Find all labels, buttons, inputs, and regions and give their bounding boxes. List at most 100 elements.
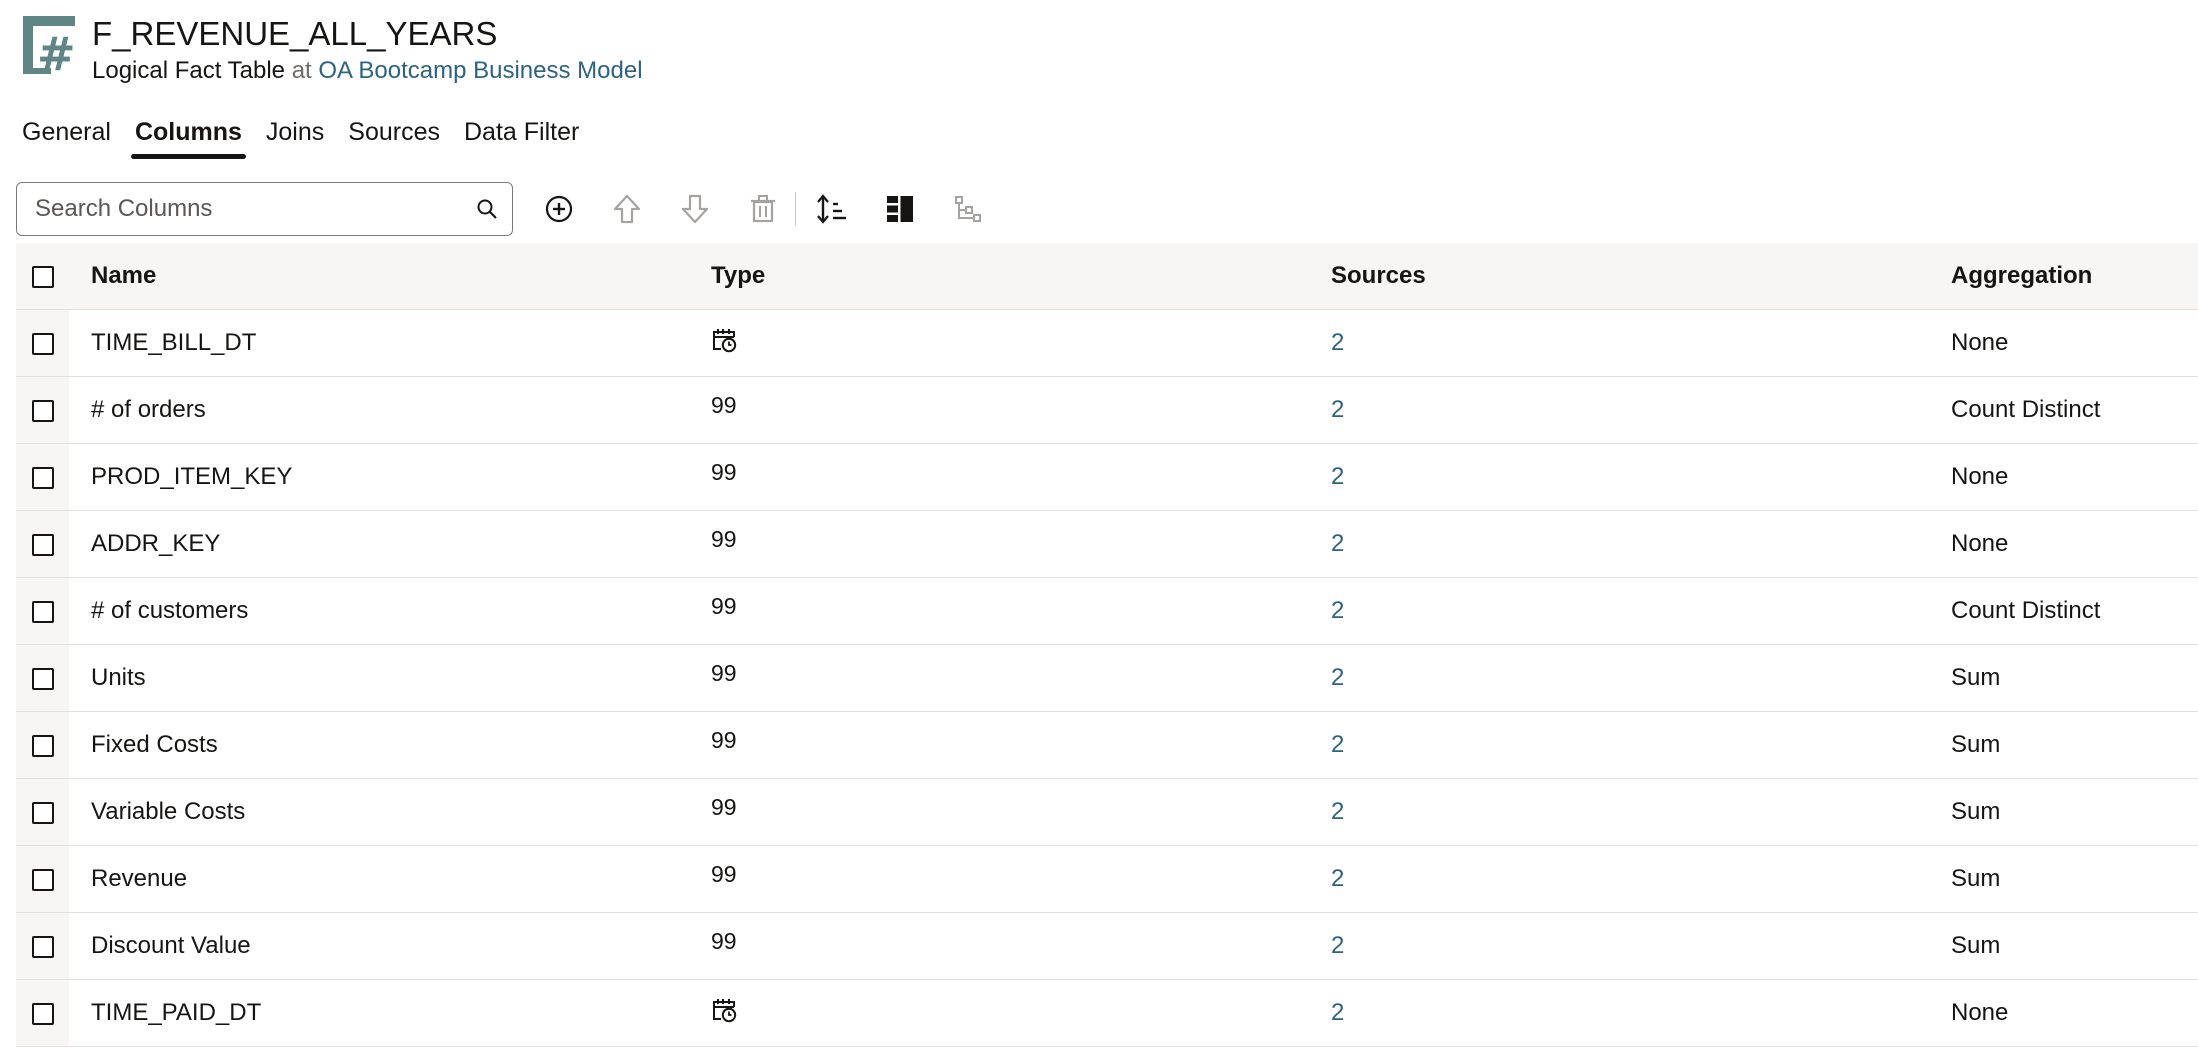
aggregation-cell: Sum: [1951, 778, 2198, 846]
row-checkbox[interactable]: [31, 466, 54, 489]
aggregation-cell: Sum: [1951, 711, 2198, 779]
row-select-cell: [16, 845, 69, 913]
add-icon: [545, 195, 573, 223]
delete-icon: [751, 195, 775, 223]
type-cell: 99: [711, 778, 1331, 846]
number-type-label: 99: [711, 392, 737, 418]
aggregation-cell: Count Distinct: [1951, 376, 2198, 444]
aggregation-cell: None: [1951, 510, 2198, 578]
name-cell: Variable Costs: [69, 778, 711, 846]
name-cell: Revenue: [69, 845, 711, 913]
business-model-link[interactable]: OA Bootcamp Business Model: [318, 57, 642, 84]
tab-sources[interactable]: Sources: [348, 118, 440, 155]
sources-link[interactable]: 2: [1331, 932, 1344, 959]
sources-cell: 2: [1331, 778, 1951, 846]
sources-link[interactable]: 2: [1331, 999, 1344, 1026]
number-type-label: 99: [711, 861, 737, 887]
tab-data-filter[interactable]: Data Filter: [464, 118, 579, 155]
row-checkbox[interactable]: [31, 734, 54, 757]
move-down-icon: [681, 194, 709, 224]
sources-cell: 2: [1331, 309, 1951, 377]
move-up-icon: [613, 194, 641, 224]
name-cell: Fixed Costs: [69, 711, 711, 779]
row-select-cell: [16, 577, 69, 645]
row-checkbox[interactable]: [31, 868, 54, 891]
hierarchy-button[interactable]: [946, 187, 990, 231]
row-checkbox[interactable]: [31, 399, 54, 422]
move-up-button[interactable]: [605, 187, 649, 231]
name-cell: PROD_ITEM_KEY: [69, 443, 711, 511]
row-select-cell: [16, 979, 69, 1047]
name-cell: Units: [69, 644, 711, 712]
table-row[interactable]: ADDR_KEY 99 2 None: [16, 510, 2198, 578]
column-layout-button[interactable]: [878, 187, 922, 231]
sources-link[interactable]: 2: [1331, 463, 1344, 490]
aggregation-cell: None: [1951, 979, 2198, 1047]
table-row[interactable]: PROD_ITEM_KEY 99 2 None: [16, 443, 2198, 511]
row-checkbox[interactable]: [31, 332, 54, 355]
sources-link[interactable]: 2: [1331, 798, 1344, 825]
aggregation-cell: Sum: [1951, 644, 2198, 712]
move-down-button[interactable]: [673, 187, 717, 231]
column-layout-icon: [887, 196, 913, 222]
row-checkbox[interactable]: [31, 533, 54, 556]
table-row[interactable]: # of orders 99 2 Count Distinct: [16, 376, 2198, 444]
type-cell: 99: [711, 845, 1331, 913]
table-row[interactable]: Fixed Costs 99 2 Sum: [16, 711, 2198, 779]
row-checkbox[interactable]: [31, 801, 54, 824]
tab-general[interactable]: General: [22, 118, 111, 155]
row-checkbox[interactable]: [31, 667, 54, 690]
sources-cell: 2: [1331, 711, 1951, 779]
hierarchy-icon: [955, 196, 981, 222]
datetime-type-icon: [713, 328, 737, 352]
number-type-label: 99: [711, 727, 737, 753]
aggregation-column-header[interactable]: Aggregation: [1951, 243, 2198, 310]
datetime-type-icon: [713, 998, 737, 1022]
type-cell: [711, 309, 1331, 377]
sources-link[interactable]: 2: [1331, 329, 1344, 356]
table-row[interactable]: TIME_PAID_DT 2 None: [16, 979, 2198, 1047]
number-type-label: 99: [711, 593, 737, 619]
table-row[interactable]: Variable Costs 99 2 Sum: [16, 778, 2198, 846]
sources-link[interactable]: 2: [1331, 530, 1344, 557]
sort-button[interactable]: [810, 187, 854, 231]
sources-link[interactable]: 2: [1331, 664, 1344, 691]
name-cell: TIME_PAID_DT: [69, 979, 711, 1047]
page-subtitle: Logical Fact Table at OA Bootcamp Busine…: [92, 54, 643, 88]
table-row[interactable]: TIME_BILL_DT 2 None: [16, 309, 2198, 377]
row-select-cell: [16, 644, 69, 712]
sources-link[interactable]: 2: [1331, 865, 1344, 892]
sources-cell: 2: [1331, 577, 1951, 645]
sources-link[interactable]: 2: [1331, 731, 1344, 758]
sources-cell: 2: [1331, 979, 1951, 1047]
aggregation-cell: Sum: [1951, 912, 2198, 980]
row-checkbox[interactable]: [31, 1002, 54, 1025]
number-type-label: 99: [711, 526, 737, 552]
table-row[interactable]: Discount Value 99 2 Sum: [16, 912, 2198, 980]
name-cell: # of customers: [69, 577, 711, 645]
type-column-header[interactable]: Type: [711, 243, 1331, 310]
number-type-label: 99: [711, 459, 737, 485]
tab-joins[interactable]: Joins: [266, 118, 324, 155]
sources-cell: 2: [1331, 443, 1951, 511]
table-header-row: Name Type Sources Aggregation: [16, 243, 2198, 310]
delete-button[interactable]: [741, 187, 785, 231]
row-checkbox[interactable]: [31, 935, 54, 958]
sources-column-header[interactable]: Sources: [1331, 243, 1951, 310]
sources-link[interactable]: 2: [1331, 396, 1344, 423]
search-input[interactable]: [33, 194, 476, 224]
type-cell: 99: [711, 711, 1331, 779]
table-row[interactable]: Revenue 99 2 Sum: [16, 845, 2198, 913]
number-type-label: 99: [711, 928, 737, 954]
add-column-button[interactable]: [537, 187, 581, 231]
table-row[interactable]: Units 99 2 Sum: [16, 644, 2198, 712]
search-icon[interactable]: [476, 198, 498, 220]
row-checkbox[interactable]: [31, 600, 54, 623]
sources-link[interactable]: 2: [1331, 597, 1344, 624]
logical-fact-table-icon: #: [23, 16, 76, 77]
sources-cell: 2: [1331, 912, 1951, 980]
select-all-checkbox[interactable]: [31, 265, 54, 288]
tab-columns[interactable]: Columns: [130, 118, 246, 159]
table-row[interactable]: # of customers 99 2 Count Distinct: [16, 577, 2198, 645]
name-column-header[interactable]: Name: [69, 243, 711, 310]
